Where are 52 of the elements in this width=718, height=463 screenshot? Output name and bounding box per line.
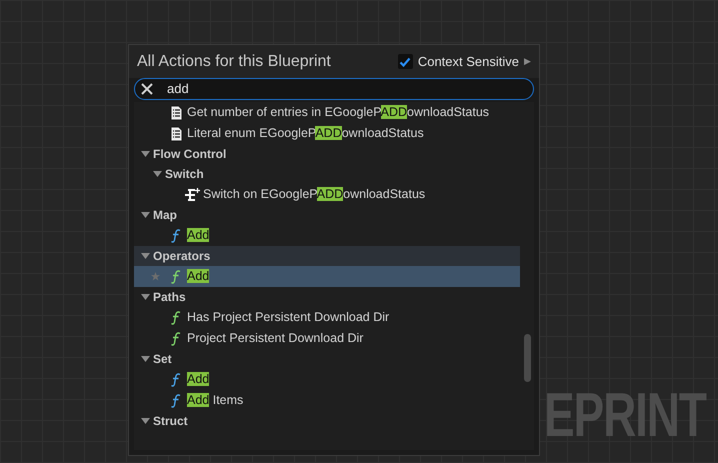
context-sensitive-label[interactable]: Context Sensitive [418, 52, 519, 72]
category-label: Struct [153, 413, 188, 430]
expand-triangle-icon[interactable] [141, 253, 150, 259]
function-icon [171, 270, 181, 284]
category-row[interactable]: Struct [134, 411, 520, 431]
category-label: Flow Control [153, 146, 226, 163]
star-icon[interactable] [151, 272, 160, 281]
popup-title: All Actions for this Blueprint [137, 52, 332, 72]
action-label: Add Items [187, 392, 244, 410]
list-document-icon [171, 106, 182, 120]
category-label: Set [153, 351, 172, 368]
expand-triangle-icon[interactable] [141, 294, 150, 300]
action-label: Add [187, 227, 210, 244]
expand-arrow[interactable]: ▶ [524, 54, 531, 68]
expand-triangle-icon[interactable] [141, 212, 150, 218]
category-row[interactable]: Switch [134, 164, 520, 184]
category-row[interactable]: Paths [134, 287, 520, 307]
search-field[interactable]: add [134, 78, 534, 100]
expand-triangle-icon[interactable] [141, 151, 150, 157]
expand-triangle-icon[interactable] [153, 171, 162, 177]
list-document-icon [171, 126, 182, 140]
expand-triangle-icon[interactable] [141, 356, 150, 362]
clear-icon[interactable] [141, 83, 153, 95]
action-item[interactable]: Project Persistent Download Dir [134, 328, 520, 349]
category-label: Paths [153, 289, 186, 306]
action-label: Project Persistent Download Dir [187, 330, 364, 348]
category-row[interactable]: Map [134, 205, 520, 225]
category-row[interactable]: Set [134, 349, 520, 369]
action-item[interactable]: Add [134, 225, 520, 246]
category-label: Switch [165, 166, 204, 183]
category-row[interactable]: Operators [134, 246, 520, 266]
action-label: Literal enum EGooglePADDownloadStatus [187, 125, 424, 142]
context-checkbox[interactable] [398, 54, 413, 69]
action-item[interactable]: Add [134, 369, 520, 390]
action-item[interactable]: Literal enum EGooglePADDownloadStatus [134, 123, 520, 144]
category-label: Map [153, 207, 177, 224]
action-item[interactable]: Add Items [134, 390, 520, 411]
function-icon [171, 394, 181, 408]
switch-node-icon [185, 188, 200, 202]
action-label: Add [187, 268, 210, 286]
action-label: Add [187, 371, 210, 388]
function-icon [171, 372, 181, 386]
function-icon [171, 332, 181, 346]
scrollbar-thumb[interactable] [524, 334, 531, 382]
function-icon [171, 310, 181, 324]
action-item[interactable]: Has Project Persistent Download Dir [134, 307, 520, 328]
function-icon [171, 228, 181, 242]
expand-triangle-icon[interactable] [141, 418, 150, 424]
action-item[interactable]: Add [134, 266, 520, 287]
category-row[interactable]: Flow Control [134, 144, 520, 164]
action-label: Has Project Persistent Download Dir [187, 309, 390, 326]
category-label: Operators [153, 248, 210, 265]
